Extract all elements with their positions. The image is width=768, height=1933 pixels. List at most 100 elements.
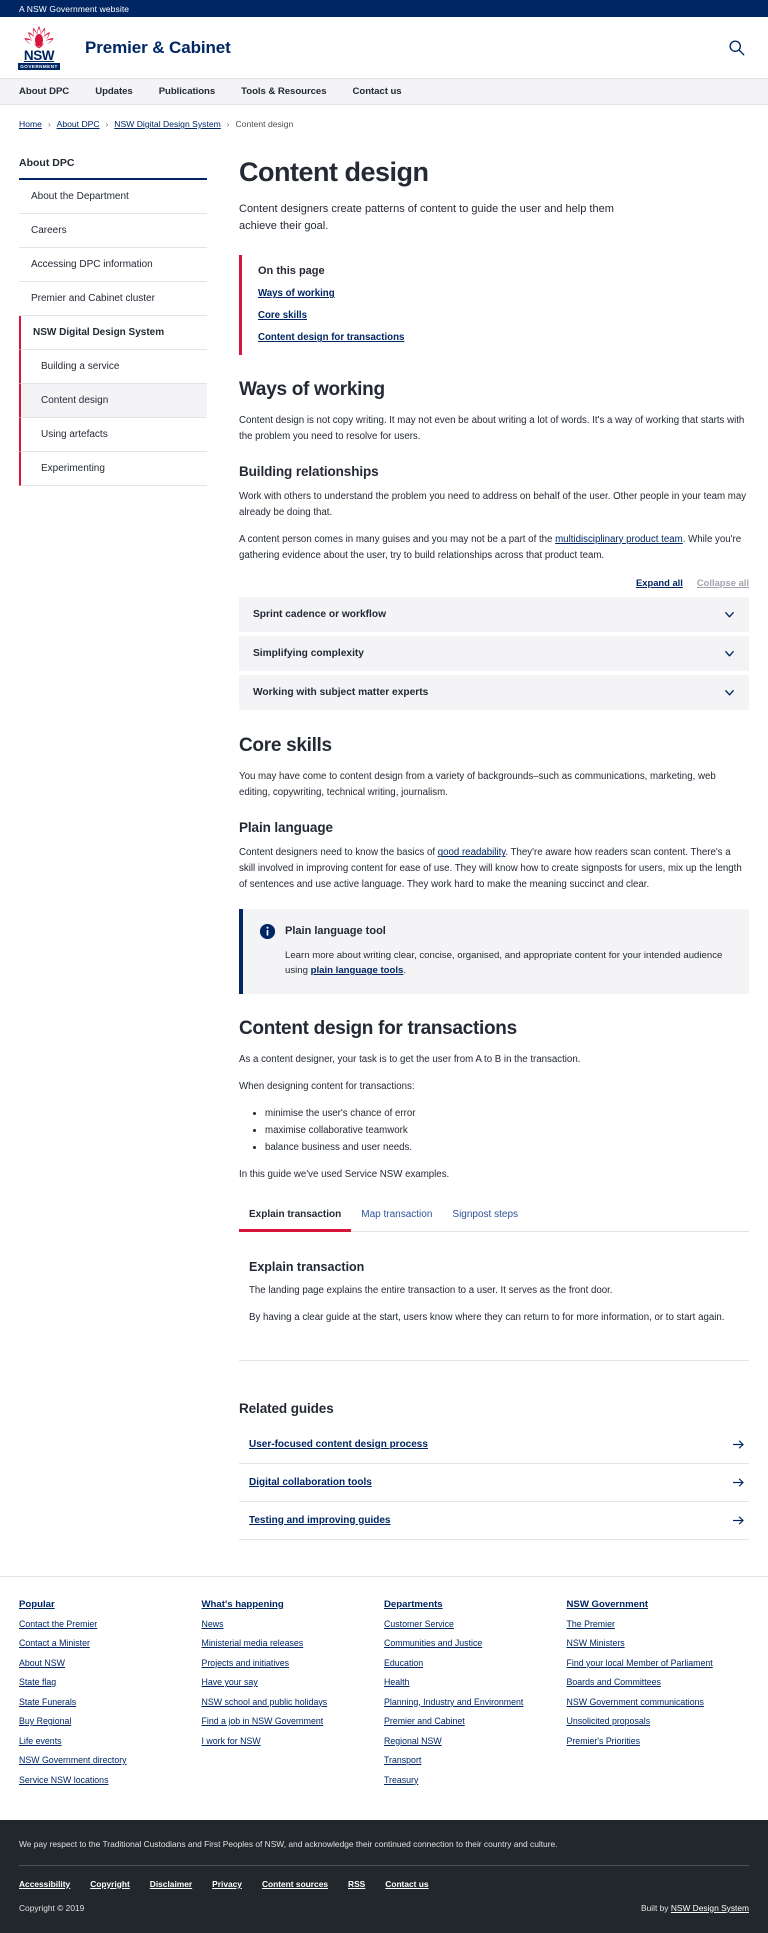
footer-column-title[interactable]: NSW Government: [567, 1599, 738, 1610]
footer-column-whats-happening: What's happening News Ministerial media …: [202, 1599, 385, 1794]
footer-link[interactable]: Contact a Minister: [19, 1638, 190, 1649]
footer-link[interactable]: Communities and Justice: [384, 1638, 555, 1649]
footer-link[interactable]: NSW Ministers: [567, 1638, 738, 1649]
footer-column-title[interactable]: Popular: [19, 1599, 190, 1610]
plain-language-tool-callout: Plain language tool Learn more about wri…: [239, 908, 749, 995]
footer-link[interactable]: Customer Service: [384, 1619, 555, 1630]
sidebar-item-experimenting[interactable]: Experimenting: [19, 452, 207, 486]
footer-link[interactable]: Regional NSW: [384, 1736, 555, 1747]
related-guide-digital-collaboration-tools[interactable]: Digital collaboration tools: [239, 1464, 749, 1502]
footer-link[interactable]: Premier's Priorities: [567, 1736, 738, 1747]
sidebar-item-accessing-dpc-information[interactable]: Accessing DPC information: [19, 248, 207, 282]
sidebar-item-building-a-service[interactable]: Building a service: [19, 350, 207, 384]
footer-link[interactable]: Boards and Committees: [567, 1677, 738, 1688]
on-this-page-link-transactions[interactable]: Content design for transactions: [258, 332, 749, 343]
footer-legal-link-copyright[interactable]: Copyright: [90, 1879, 130, 1889]
sidebar-item-about-the-department[interactable]: About the Department: [19, 180, 207, 214]
on-this-page-box: On this page Ways of working Core skills…: [239, 255, 749, 356]
footer-link[interactable]: NSW Government directory: [19, 1755, 190, 1766]
footer-column-title[interactable]: What's happening: [202, 1599, 373, 1610]
on-this-page-link-core-skills[interactable]: Core skills: [258, 310, 749, 321]
sidebar-item-using-artefacts[interactable]: Using artefacts: [19, 418, 207, 452]
sidebar-item-premier-and-cabinet-cluster[interactable]: Premier and Cabinet cluster: [19, 282, 207, 316]
accordion-label: Simplifying complexity: [253, 648, 364, 660]
related-guide-testing-and-improving[interactable]: Testing and improving guides: [239, 1502, 749, 1540]
footer-link[interactable]: Treasury: [384, 1775, 555, 1786]
breadcrumb-item-home[interactable]: Home: [19, 119, 42, 129]
footer-link[interactable]: News: [202, 1619, 373, 1630]
transactions-paragraph-1: As a content designer, your task is to g…: [239, 1054, 581, 1066]
footer-copyright-row: Copyright © 2019 Built by NSW Design Sys…: [19, 1903, 749, 1913]
accordion-controls: Expand all Collapse all: [239, 577, 749, 588]
footer-link[interactable]: I work for NSW: [202, 1736, 373, 1747]
sidebar-item-content-design[interactable]: Content design: [19, 384, 207, 418]
collapse-all-button[interactable]: Collapse all: [697, 577, 749, 588]
expand-all-button[interactable]: Expand all: [636, 577, 683, 588]
arrow-right-icon: [733, 1516, 744, 1525]
accordion-subject-matter-experts[interactable]: Working with subject matter experts: [239, 675, 749, 712]
footer-link[interactable]: State Funerals: [19, 1697, 190, 1708]
footer-link[interactable]: The Premier: [567, 1619, 738, 1630]
footer-legal-link-disclaimer[interactable]: Disclaimer: [150, 1879, 192, 1889]
accordion-sprint-cadence[interactable]: Sprint cadence or workflow: [239, 597, 749, 634]
footer-link[interactable]: NSW Government communications: [567, 1697, 738, 1708]
transactions-bullet-list: minimise the user's chance of error maxi…: [265, 1106, 749, 1157]
footer-legal-link-rss[interactable]: RSS: [348, 1879, 365, 1889]
footer-link[interactable]: Projects and initiatives: [202, 1658, 373, 1669]
footer-link[interactable]: Buy Regional: [19, 1716, 190, 1727]
footer-link[interactable]: Unsolicited proposals: [567, 1716, 738, 1727]
nav-item-updates[interactable]: Updates: [95, 86, 133, 97]
nav-item-about-dpc[interactable]: About DPC: [19, 86, 69, 97]
footer-link[interactable]: Life events: [19, 1736, 190, 1747]
footer-link[interactable]: Find your local Member of Parliament: [567, 1658, 738, 1669]
footer-link[interactable]: Premier and Cabinet: [384, 1716, 555, 1727]
nav-item-tools-resources[interactable]: Tools & Resources: [241, 86, 326, 97]
link-good-readability[interactable]: good readability: [438, 847, 506, 858]
accordion-simplifying-complexity[interactable]: Simplifying complexity: [239, 636, 749, 673]
footer-built-by: Built by NSW Design System: [641, 1903, 749, 1913]
related-guide-user-focused-process[interactable]: User-focused content design process: [239, 1426, 749, 1464]
breadcrumb-item-about-dpc[interactable]: About DPC: [57, 119, 100, 129]
footer-link[interactable]: Education: [384, 1658, 555, 1669]
search-button[interactable]: [723, 35, 749, 61]
footer-link[interactable]: Have your say: [202, 1677, 373, 1688]
footer-link[interactable]: State flag: [19, 1677, 190, 1688]
on-this-page-link-ways-of-working[interactable]: Ways of working: [258, 288, 749, 299]
footer-link[interactable]: Ministerial media releases: [202, 1638, 373, 1649]
footer-link[interactable]: Find a job in NSW Government: [202, 1716, 373, 1727]
page-intro: Content designers create patterns of con…: [239, 203, 614, 233]
tab-map-transaction[interactable]: Map transaction: [351, 1201, 442, 1232]
footer-legal-link-content-sources[interactable]: Content sources: [262, 1879, 328, 1889]
footer-built-by-link[interactable]: NSW Design System: [671, 1903, 749, 1913]
footer-legal-link-privacy[interactable]: Privacy: [212, 1879, 242, 1889]
footer-link[interactable]: About NSW: [19, 1658, 190, 1669]
related-guide-label: User-focused content design process: [249, 1438, 428, 1450]
footer-link[interactable]: NSW school and public holidays: [202, 1697, 373, 1708]
footer-link[interactable]: Health: [384, 1677, 555, 1688]
related-guide-label: Testing and improving guides: [249, 1514, 391, 1526]
built-by-prefix: Built by: [641, 1902, 671, 1913]
sidebar-title: About DPC: [19, 157, 207, 180]
footer-link[interactable]: Planning, Industry and Environment: [384, 1697, 555, 1708]
footer-legal-link-accessibility[interactable]: Accessibility: [19, 1879, 70, 1889]
sidebar-navigation: About DPC About the Department Careers A…: [19, 139, 207, 486]
footer-link[interactable]: Contact the Premier: [19, 1619, 190, 1630]
transaction-tabs: Explain transaction Map transaction Sign…: [239, 1201, 749, 1233]
nsw-government-logo[interactable]: NSW GOVERNMENT: [18, 25, 60, 70]
tab-panel-explain-transaction: Explain transaction The landing page exp…: [239, 1232, 749, 1325]
tab-explain-transaction[interactable]: Explain transaction: [239, 1201, 352, 1233]
chevron-down-icon: [725, 612, 734, 618]
sidebar-item-nsw-digital-design-system[interactable]: NSW Digital Design System: [19, 316, 207, 350]
nav-item-publications[interactable]: Publications: [159, 86, 216, 97]
footer-link[interactable]: Service NSW locations: [19, 1775, 190, 1786]
nav-item-contact-us[interactable]: Contact us: [353, 86, 402, 97]
sidebar-item-careers[interactable]: Careers: [19, 214, 207, 248]
link-plain-language-tools[interactable]: plain language tools: [311, 965, 404, 976]
link-multidisciplinary-product-team[interactable]: multidisciplinary product team: [555, 534, 683, 545]
breadcrumb-item-design-system[interactable]: NSW Digital Design System: [114, 119, 221, 129]
footer-link-columns: Popular Contact the Premier Contact a Mi…: [0, 1575, 768, 1820]
footer-link[interactable]: Transport: [384, 1755, 555, 1766]
footer-column-title[interactable]: Departments: [384, 1599, 555, 1610]
footer-legal-link-contact-us[interactable]: Contact us: [385, 1879, 428, 1889]
tab-signpost-steps[interactable]: Signpost steps: [442, 1201, 528, 1232]
